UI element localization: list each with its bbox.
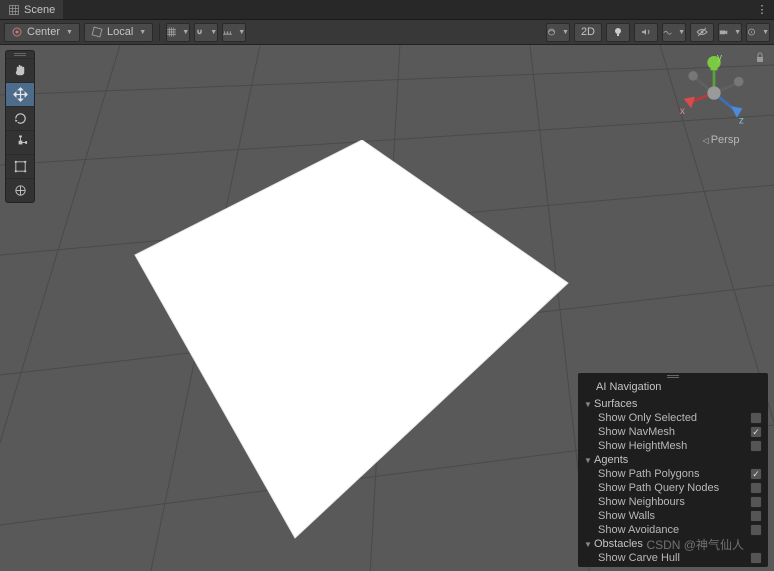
show-path-query-nodes-row[interactable]: Show Path Query Nodes <box>578 481 768 495</box>
ruler-icon <box>223 26 232 38</box>
transform-icon <box>13 183 28 198</box>
view-tool[interactable] <box>6 58 34 82</box>
transform-tool[interactable] <box>6 178 34 202</box>
svg-text:y: y <box>717 55 723 64</box>
audio-icon <box>640 26 652 38</box>
snap-icon <box>195 26 204 38</box>
projection-label: Persp <box>711 134 740 146</box>
chevron-down-icon: ▼ <box>734 29 741 36</box>
checkbox[interactable] <box>750 496 762 508</box>
gizmos-icon <box>747 26 756 38</box>
checkbox[interactable] <box>750 482 762 494</box>
grid-icon <box>167 26 176 38</box>
lightbulb-icon <box>612 26 624 38</box>
foldout-icon: ▼ <box>584 456 592 465</box>
rect-icon <box>13 159 28 174</box>
lighting-toggle[interactable] <box>606 23 630 42</box>
rotate-tool[interactable] <box>6 106 34 130</box>
draw-mode-icon <box>547 26 556 38</box>
show-navmesh-row[interactable]: Show NavMesh <box>578 425 768 439</box>
scale-icon <box>13 135 28 150</box>
fx-icon <box>663 26 672 38</box>
hand-icon <box>13 63 28 78</box>
chevron-down-icon: ▼ <box>678 29 685 36</box>
chevron-down-icon: ▼ <box>762 29 769 36</box>
palette-drag-handle[interactable] <box>6 51 34 58</box>
visibility-toggle[interactable] <box>690 23 714 42</box>
chevron-down-icon: ▼ <box>139 29 146 36</box>
rect-tool[interactable] <box>6 154 34 178</box>
scene-tab[interactable]: Scene <box>0 0 63 19</box>
camera-dropdown[interactable]: ▼ <box>718 23 742 42</box>
show-avoidance-row[interactable]: Show Avoidance <box>578 523 768 537</box>
audio-toggle[interactable] <box>634 23 658 42</box>
checkbox[interactable] <box>750 426 762 438</box>
white-plane[interactable] <box>130 140 570 540</box>
gizmos-dropdown[interactable]: ▼ <box>746 23 770 42</box>
projection-icon: ◁ <box>703 136 709 145</box>
camera-icon <box>719 26 728 38</box>
pivot-icon <box>11 26 23 38</box>
show-walls-row[interactable]: Show Walls <box>578 509 768 523</box>
ai-navigation-panel[interactable]: AI Navigation ▼Surfaces Show Only Select… <box>578 373 768 567</box>
show-path-polygons-row[interactable]: Show Path Polygons <box>578 467 768 481</box>
panel-drag-handle[interactable] <box>578 373 768 380</box>
move-tool[interactable] <box>6 82 34 106</box>
checkbox[interactable] <box>750 552 762 564</box>
chevron-down-icon: ▼ <box>238 29 245 36</box>
pivot-mode-dropdown[interactable]: Center ▼ <box>4 23 80 42</box>
grid-dropdown[interactable]: ▼ <box>166 23 190 42</box>
handle-rotation-label: Local <box>107 26 133 38</box>
fx-dropdown[interactable]: ▼ <box>662 23 686 42</box>
tab-bar: Scene ⋮ <box>0 0 774 20</box>
2d-label: 2D <box>581 26 595 38</box>
checkbox[interactable] <box>750 412 762 424</box>
scene-toolbar: Center ▼ Local ▼ ▼ ▼ ▼ ▼ 2D ▼ ▼ ▼ <box>0 20 774 45</box>
checkbox[interactable] <box>750 524 762 536</box>
axis-gizmo[interactable]: x y z <box>676 55 752 131</box>
obstacles-section-header[interactable]: ▼Obstacles <box>578 537 768 551</box>
show-only-selected-row[interactable]: Show Only Selected <box>578 411 768 425</box>
chevron-down-icon: ▼ <box>562 29 569 36</box>
projection-toggle[interactable]: ◁Persp <box>676 134 766 146</box>
chevron-down-icon: ▼ <box>66 29 73 36</box>
show-carve-hull-row[interactable]: Show Carve Hull <box>578 551 768 565</box>
checkbox[interactable] <box>750 510 762 522</box>
show-heightmesh-row[interactable]: Show HeightMesh <box>578 439 768 453</box>
move-icon <box>13 87 28 102</box>
draw-mode-dropdown[interactable]: ▼ <box>546 23 570 42</box>
chevron-down-icon: ▼ <box>210 29 217 36</box>
foldout-icon: ▼ <box>584 400 592 409</box>
checkbox[interactable] <box>750 468 762 480</box>
pivot-mode-label: Center <box>27 26 60 38</box>
lock-icon[interactable] <box>754 51 766 63</box>
checkbox[interactable] <box>750 440 762 452</box>
transform-tools-palette[interactable] <box>5 50 35 203</box>
local-icon <box>91 26 103 38</box>
scene-viewport[interactable]: x y z ◁Persp AI Navigation ▼Surfaces Sho… <box>0 45 774 571</box>
svg-text:x: x <box>680 106 686 117</box>
scale-tool[interactable] <box>6 130 34 154</box>
eye-off-icon <box>696 26 708 38</box>
2d-toggle[interactable]: 2D <box>574 23 602 42</box>
scene-icon <box>8 4 20 16</box>
foldout-icon: ▼ <box>584 540 592 549</box>
increment-snap-dropdown[interactable]: ▼ <box>222 23 246 42</box>
scene-tab-label: Scene <box>24 4 55 16</box>
handle-rotation-dropdown[interactable]: Local ▼ <box>84 23 153 42</box>
panel-title: AI Navigation <box>578 380 768 397</box>
chevron-down-icon: ▼ <box>182 29 189 36</box>
agents-section-header[interactable]: ▼Agents <box>578 453 768 467</box>
rotate-icon <box>13 111 28 126</box>
snap-dropdown[interactable]: ▼ <box>194 23 218 42</box>
surfaces-section-header[interactable]: ▼Surfaces <box>578 397 768 411</box>
show-neighbours-row[interactable]: Show Neighbours <box>578 495 768 509</box>
svg-text:z: z <box>739 115 744 126</box>
tab-context-menu[interactable]: ⋮ <box>756 3 774 16</box>
orientation-gizmo[interactable]: x y z ◁Persp <box>676 51 766 151</box>
